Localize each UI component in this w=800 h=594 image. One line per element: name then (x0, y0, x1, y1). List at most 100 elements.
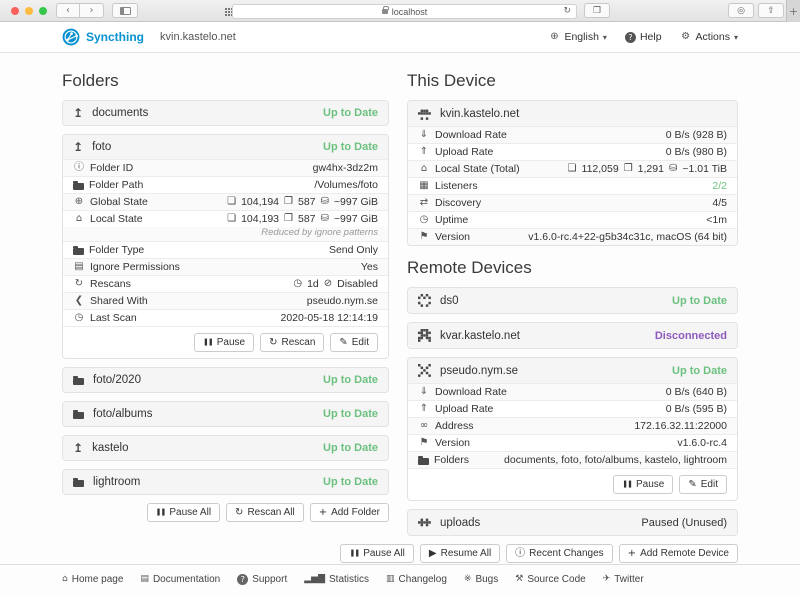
help-link[interactable]: ? Help (625, 31, 662, 43)
status-badge: Up to Date (323, 374, 378, 386)
tab-overview-button[interactable]: ❐ (584, 3, 610, 18)
plus-icon: + (319, 508, 327, 518)
list-icon: ▤ (73, 262, 85, 272)
footer-link-changelog[interactable]: ▥Changelog (386, 574, 447, 585)
tag-icon: ⚑ (418, 438, 430, 448)
reload-icon[interactable]: ↻ (563, 6, 571, 16)
last-scan-row: ◷Last Scan 2020-05-18 12:14:19 (63, 309, 388, 326)
version-row: ⚑Version v1.6.0-rc.4+22-g5b34c31c, macOS… (408, 228, 737, 245)
zoom-window-button[interactable] (39, 7, 47, 15)
status-badge: Up to Date (323, 442, 378, 454)
pause-icon: ❚❚ (156, 509, 166, 516)
folder-icon (73, 412, 84, 419)
file-icon: ❏ (227, 214, 236, 224)
footer-link-twitter[interactable]: ✈Twitter (603, 574, 644, 585)
upload-rate-value: 0 B/s (595 B) (666, 403, 727, 415)
history-buttons: ‹ › (56, 3, 104, 18)
add-remote-device-button[interactable]: +Add Remote Device (619, 544, 738, 563)
download-rate-value: 0 B/s (640 B) (666, 386, 727, 398)
globe-icon: ⊕ (73, 197, 85, 207)
close-window-button[interactable] (11, 7, 19, 15)
resume-all-button[interactable]: ▶Resume All (420, 544, 500, 563)
pause-all-devices-button[interactable]: ❚❚Pause All (340, 544, 413, 563)
language-menu[interactable]: ⊕ English ▾ (548, 31, 606, 43)
brand[interactable]: Syncthing (62, 28, 144, 46)
folder-toggle-documents[interactable]: ↥documents Up to Date (63, 101, 388, 125)
device-toggle-uploads[interactable]: uploads Paused (Unused) (408, 510, 737, 535)
folder-toggle-foto[interactable]: ↥foto Up to Date (63, 135, 388, 159)
minimize-window-button[interactable] (25, 7, 33, 15)
circle-icon: ◎ (737, 6, 745, 16)
extension-button[interactable]: ◎ (728, 3, 754, 18)
help-icon: ? (625, 32, 636, 43)
add-folder-button[interactable]: +Add Folder (310, 503, 389, 522)
actions-menu[interactable]: ⚙ Actions ▾ (680, 31, 738, 43)
edit-button[interactable]: ✎Edit (679, 475, 727, 494)
share-nodes-icon: ❮ (73, 296, 85, 306)
bar-chart-icon: ▂▅▇ (304, 575, 325, 584)
device-name: kvar.kastelo.net (440, 330, 520, 342)
pencil-icon: ✎ (688, 480, 696, 490)
pause-icon: ❚❚ (349, 550, 359, 557)
gear-icon: ⚙ (680, 32, 692, 42)
recent-changes-button[interactable]: ⓘRecent Changes (506, 544, 613, 563)
device-identicon (418, 107, 431, 120)
folder-name: lightroom (93, 476, 140, 488)
send-only-icon: ↥ (73, 141, 83, 153)
footer-link-statistics[interactable]: ▂▅▇Statistics (304, 574, 369, 585)
footer-link-source-code[interactable]: ⚒Source Code (515, 574, 585, 585)
status-badge: Up to Date (323, 408, 378, 420)
new-tab-button[interactable]: + (786, 0, 800, 22)
share-button[interactable]: ⇧ (758, 3, 784, 18)
rescan-button[interactable]: ↻Rescan (260, 333, 324, 352)
share-icon: ⇧ (767, 6, 775, 16)
device-identicon (418, 364, 431, 377)
device-toggle-kvar[interactable]: kvar.kastelo.net Disconnected (408, 323, 737, 348)
cloud-upload-icon: ⇑ (418, 404, 430, 414)
folder-toggle-fotoalbums[interactable]: foto/albums Up to Date (63, 402, 388, 426)
sidebar-icon (120, 7, 131, 15)
eye-slash-icon: ⊘ (324, 279, 332, 289)
info-icon: ⓘ (73, 163, 85, 173)
forward-button[interactable]: › (80, 3, 104, 18)
pause-button[interactable]: ❚❚Pause (194, 333, 254, 352)
device-toggle-pseudo[interactable]: pseudo.nym.se Up to Date (408, 358, 737, 383)
directory-icon: ❐ (284, 197, 293, 207)
file-icon: ❏ (568, 164, 577, 174)
refresh-icon: ↻ (73, 279, 85, 289)
folder-toggle-kastelo[interactable]: ↥kastelo Up to Date (63, 436, 388, 460)
footer-link-home[interactable]: ⌂Home page (62, 574, 123, 585)
sidebar-toggle-button[interactable] (112, 3, 138, 18)
this-device-panel: kvin.kastelo.net ⇓Download Rate 0 B/s (9… (407, 100, 738, 246)
url-text: localhost (392, 7, 428, 17)
this-device-heading: This Device (407, 71, 738, 91)
folders-row: Folders documents, foto, foto/albums, ka… (408, 451, 737, 468)
rescans-row: ↻Rescans ◷1d ⊘Disabled (63, 275, 388, 292)
pause-button[interactable]: ❚❚Pause (613, 475, 673, 494)
status-badge: Up to Date (323, 107, 378, 119)
download-rate-row: ⇓Download Rate 0 B/s (928 B) (408, 126, 737, 143)
folder-type-row: Folder Type Send Only (63, 241, 388, 258)
tabs-icon: ❐ (593, 6, 601, 16)
address-bar[interactable]: localhost ↻ (232, 4, 577, 19)
folder-toggle-lightroom[interactable]: lightroom Up to Date (63, 470, 388, 494)
folders-column: Folders ↥documents Up to Date ↥foto Up t… (62, 59, 389, 577)
footer-link-documentation[interactable]: ▤Documentation (140, 574, 220, 585)
edit-button[interactable]: ✎Edit (330, 333, 378, 352)
bug-icon: ※ (464, 575, 472, 584)
folder-icon (73, 248, 84, 255)
footer-link-support[interactable]: ?Support (237, 574, 287, 585)
device-toggle-ds0[interactable]: ds0 Up to Date (408, 288, 737, 313)
this-device-toggle[interactable]: kvin.kastelo.net (408, 101, 737, 126)
rescan-all-button[interactable]: ↻Rescan All (226, 503, 304, 522)
folder-toggle-foto2020[interactable]: foto/2020 Up to Date (63, 368, 388, 392)
pause-all-button[interactable]: ❚❚Pause All (147, 503, 220, 522)
back-button[interactable]: ‹ (56, 3, 80, 18)
file-text-icon: ▥ (386, 575, 395, 584)
sitemap-icon: ▦ (418, 181, 430, 191)
language-label: English (564, 31, 598, 43)
uptime-value: <1m (706, 214, 727, 226)
local-state-row: ⌂Local State ❏104,193 ❐587 ⛁~997 GiB (63, 210, 388, 227)
page-footer: ⌂Home page ▤Documentation ?Support ▂▅▇St… (0, 564, 800, 594)
footer-link-bugs[interactable]: ※Bugs (464, 574, 498, 585)
